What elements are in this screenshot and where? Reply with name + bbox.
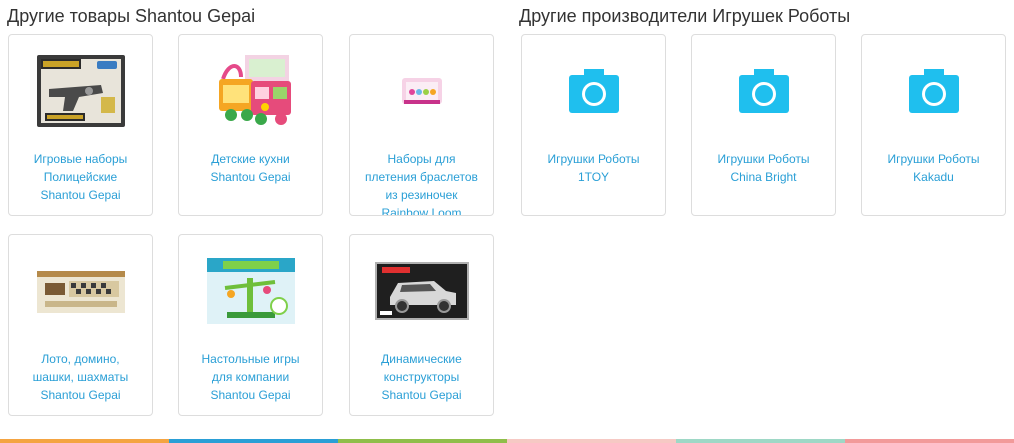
stripe-segment	[676, 439, 845, 443]
product-card-label: Наборы для плетения браслетов из резиноч…	[365, 152, 478, 216]
camera-icon	[738, 69, 789, 113]
manufacturer-card-label: Игрушки Роботы Kakadu	[887, 152, 980, 184]
stripe-segment	[507, 439, 676, 443]
car-constructor-box-image	[350, 235, 493, 347]
section-title-other-manufacturers: Другие производители Игрушек Роботы	[519, 6, 851, 26]
footer-color-stripe	[0, 439, 1014, 443]
product-card-label: Динамические конструкторы Shantou Gepai	[381, 352, 462, 402]
product-card-police-sets[interactable]: Игровые наборы Полицейские Shantou Gepai	[8, 34, 153, 216]
product-card-dynamic-constructors[interactable]: Динамические конструкторы Shantou Gepai	[349, 234, 494, 416]
camera-icon	[568, 69, 619, 113]
manufacturer-card-china-bright[interactable]: Игрушки Роботы China Bright	[691, 34, 836, 216]
camera-icon	[908, 69, 959, 113]
stripe-segment	[169, 439, 338, 443]
bracelet-kit-image	[350, 35, 493, 147]
product-card-label: Детские кухни Shantou Gepai	[210, 152, 291, 184]
product-card-label: Игровые наборы Полицейские Shantou Gepai	[33, 152, 128, 202]
manufacturer-card-1toy[interactable]: Игрушки Роботы 1TOY	[521, 34, 666, 216]
stripe-segment	[845, 439, 1014, 443]
product-card-board-games[interactable]: Лото, домино, шашки, шахматы Shantou Gep…	[8, 234, 153, 416]
manufacturer-card-label: Игрушки Роботы China Bright	[717, 152, 810, 184]
balance-tree-game-image	[179, 235, 322, 347]
stripe-segment	[338, 439, 507, 443]
manufacturer-card-kakadu[interactable]: Игрушки Роботы Kakadu	[861, 34, 1006, 216]
product-card-label: Лото, домино, шашки, шахматы Shantou Gep…	[32, 352, 129, 402]
product-card-toy-kitchens[interactable]: Детские кухни Shantou Gepai	[178, 34, 323, 216]
section-title-other-products: Другие товары Shantou Gepai	[7, 6, 256, 26]
stripe-segment	[0, 439, 169, 443]
toy-kitchen-image	[179, 35, 322, 147]
toy-gun-set-image	[9, 35, 152, 147]
product-card-label: Настольные игры для компании Shantou Gep…	[201, 352, 300, 402]
board-games-box-image	[9, 235, 152, 347]
product-card-bracelet-kits[interactable]: Наборы для плетения браслетов из резиноч…	[349, 34, 494, 216]
product-card-party-board-games[interactable]: Настольные игры для компании Shantou Gep…	[178, 234, 323, 416]
manufacturer-card-label: Игрушки Роботы 1TOY	[547, 152, 640, 184]
